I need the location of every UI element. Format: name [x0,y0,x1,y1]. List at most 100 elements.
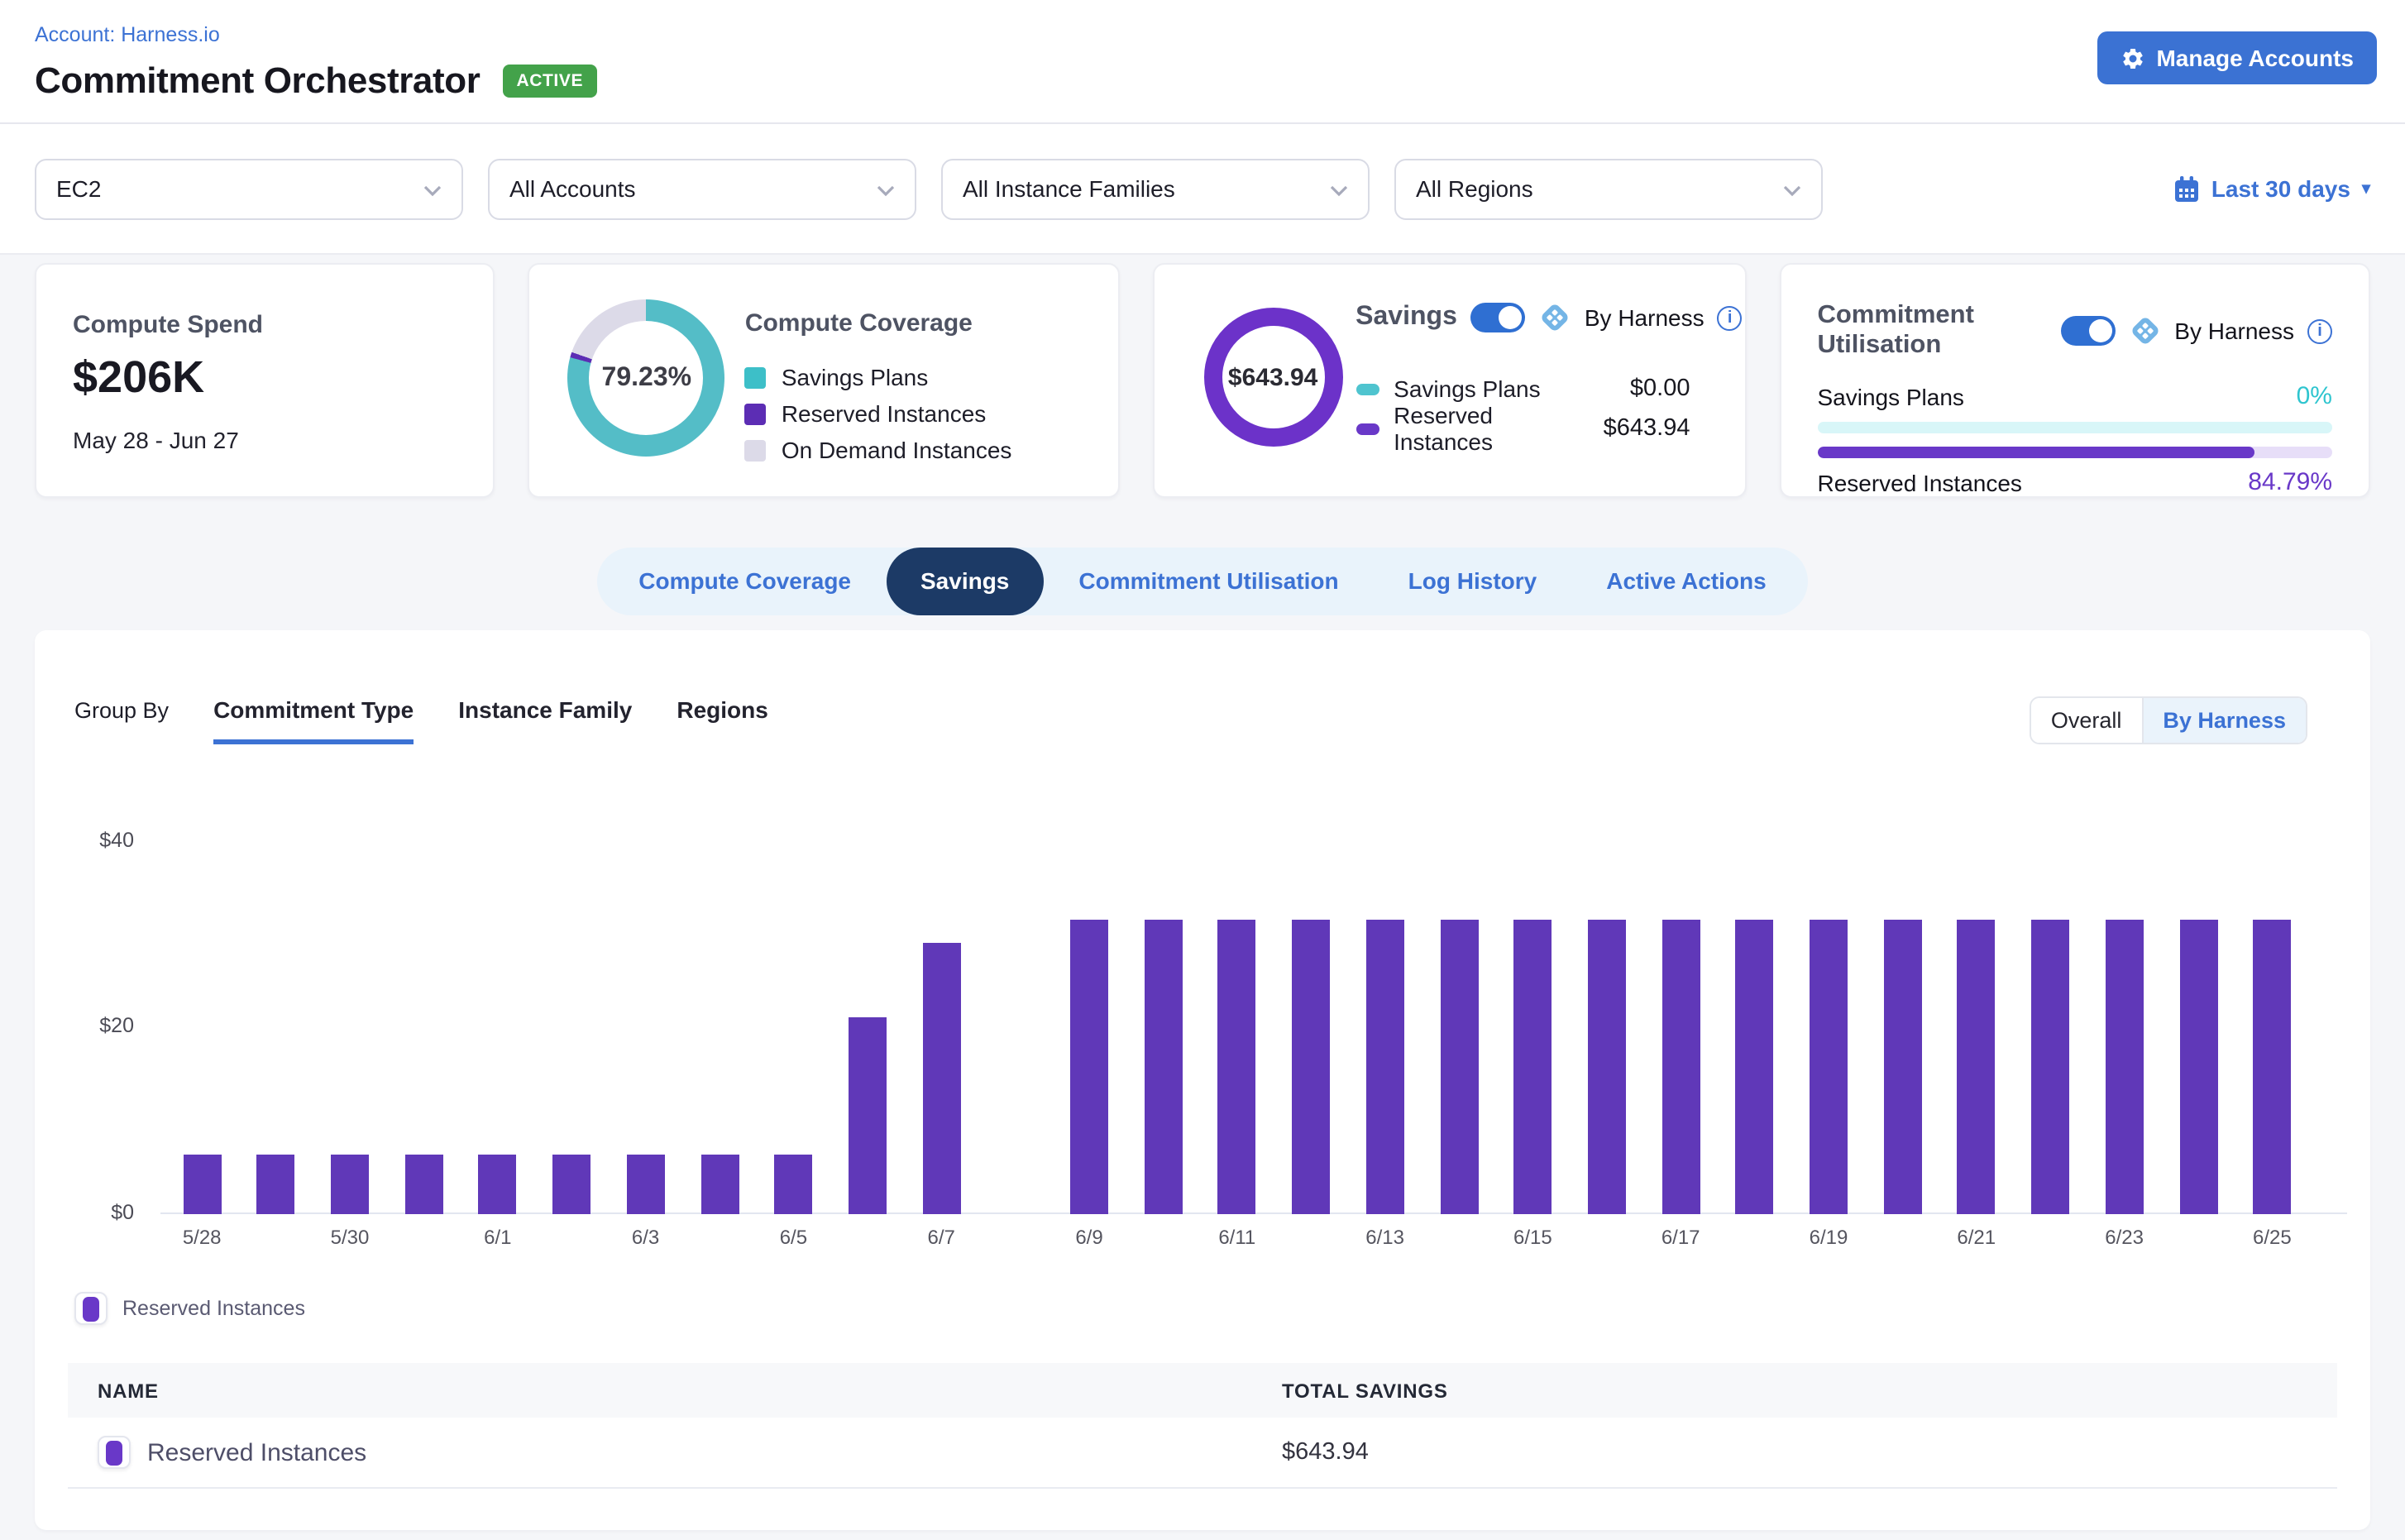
bar-6/25[interactable] [2253,920,2291,1213]
row-swatch-box [98,1436,131,1469]
tab-active-actions[interactable]: Active Actions [1571,548,1800,615]
group-by-regions[interactable]: Regions [677,696,767,739]
manage-accounts-label: Manage Accounts [2156,45,2354,71]
bar-6/11[interactable] [1218,920,1256,1213]
x-axis-label: 6/7 [901,1226,981,1249]
column-header-total-savings: TOTAL SAVINGS [1282,1379,1448,1402]
service-filter-dropdown[interactable]: EC2 [35,158,463,219]
savings-title: Savings [1356,303,1457,332]
savings-row-value: $0.00 [1630,375,1690,402]
x-axis-label: 6/13 [1346,1226,1425,1249]
bar-6/24[interactable] [2179,920,2217,1213]
section-tabs: Compute Coverage Savings Commitment Util… [597,548,1807,615]
bar-6/23[interactable] [2106,920,2144,1213]
bar-6/12[interactable] [1292,920,1330,1213]
column-header-name: NAME [68,1379,1282,1402]
info-icon[interactable]: i [1718,305,1743,330]
bar-5/29[interactable] [257,1155,295,1213]
bar-chart: 5/285/306/16/36/56/76/96/116/136/156/176… [35,827,2370,1260]
savings-donut-value: $643.94 [1177,308,1369,447]
legend-item: On Demand Instances [745,432,1012,468]
reserved-instances-swatch [745,403,767,424]
reserved-instances-swatch [106,1440,122,1465]
by-harness-label: By Harness [2174,318,2294,344]
tab-savings[interactable]: Savings [886,548,1044,615]
x-axis-label: 6/25 [2232,1226,2312,1249]
bar-5/30[interactable] [331,1155,369,1213]
app-root: Account: Harness.io Commitment Orchestra… [0,0,2405,1540]
compute-spend-title: Compute Spend [73,311,494,339]
compute-spend-value: $206K [73,352,494,404]
caret-down-icon: ▾ [2362,179,2370,198]
chevron-down-icon [423,175,442,202]
table-header: NAME TOTAL SAVINGS [68,1363,2337,1418]
status-badge: ACTIVE [503,65,596,98]
group-by-instance-family[interactable]: Instance Family [458,696,632,739]
bar-6/2[interactable] [552,1155,590,1213]
x-axis-label: 5/28 [162,1226,241,1249]
legend-label: Reserved Instances [782,400,986,427]
bar-6/6[interactable] [849,1016,887,1213]
date-range-picker[interactable]: Last 30 days ▾ [2173,175,2370,203]
bar-6/1[interactable] [479,1155,517,1213]
bar-6/16[interactable] [1588,920,1626,1213]
y-axis-label: $20 [48,1015,134,1038]
commitment-utilisation-title: Commitment Utilisation [1817,301,2047,361]
regions-filter-dropdown[interactable]: All Regions [1394,158,1823,219]
bar-6/20[interactable] [1883,920,1921,1213]
bar-6/9[interactable] [1070,920,1108,1213]
legend-item: Reserved Instances [745,395,1012,432]
group-by-commitment-type[interactable]: Commitment Type [213,696,414,744]
x-axis-label: 6/21 [1937,1226,2016,1249]
bar-6/4[interactable] [700,1155,739,1213]
tab-compute-coverage[interactable]: Compute Coverage [604,548,886,615]
x-axis-label: 6/5 [753,1226,833,1249]
bar-6/10[interactable] [1144,920,1182,1213]
by-harness-toggle[interactable] [1470,303,1525,332]
group-by-controls: Group By Commitment Type Instance Family… [74,696,768,744]
account-link[interactable]: Account: Harness.io [35,23,220,46]
bar-6/18[interactable] [1736,920,1774,1213]
chart-legend-label: Reserved Instances [122,1297,305,1320]
y-axis-label: $0 [48,1200,134,1223]
instance-families-filter-dropdown[interactable]: All Instance Families [941,158,1370,219]
chart-legend[interactable]: Reserved Instances [74,1292,305,1325]
kpi-cards-row: Compute Spend $206K May 28 - Jun 27 79.2… [35,263,2370,498]
y-axis-label: $40 [48,829,134,852]
bar-5/28[interactable] [183,1155,221,1213]
tab-log-history[interactable]: Log History [1374,548,1572,615]
bar-6/5[interactable] [774,1155,812,1213]
table-row[interactable]: Reserved Instances $643.94 [68,1418,2337,1489]
bar-6/21[interactable] [1958,920,1996,1213]
bar-6/7[interactable] [922,943,960,1213]
info-icon[interactable]: i [2307,318,2332,343]
bar-6/15[interactable] [1513,920,1552,1213]
reserved-instances-pill [1356,423,1379,434]
bar-6/22[interactable] [2031,920,2069,1213]
legend-checkbox[interactable] [74,1292,108,1325]
savings-plans-progress-bar [1817,422,2332,433]
manage-accounts-button[interactable]: Manage Accounts [2097,31,2377,84]
savings-plans-swatch [745,366,767,388]
bar-6/3[interactable] [627,1155,665,1213]
bar-6/13[interactable] [1366,920,1404,1213]
tab-commitment-utilisation[interactable]: Commitment Utilisation [1044,548,1373,615]
x-axis-label: 6/23 [2085,1226,2164,1249]
compute-spend-period: May 28 - Jun 27 [73,427,494,453]
x-axis-label: 5/30 [310,1226,390,1249]
view-toggle-overall[interactable]: Overall [2031,698,2142,743]
bar-6/17[interactable] [1662,920,1700,1213]
chevron-down-icon [877,175,895,202]
bar-5/31[interactable] [404,1155,442,1213]
bar-6/14[interactable] [1440,920,1478,1213]
accounts-filter-dropdown[interactable]: All Accounts [488,158,916,219]
legend-label: On Demand Instances [782,437,1012,463]
compute-coverage-card: 79.23% Compute Coverage Savings Plans Re… [528,263,1119,498]
row-name: Reserved Instances [147,1438,366,1466]
x-axis-label: 6/9 [1049,1226,1129,1249]
coverage-donut-value: 79.23% [568,299,725,457]
view-toggle-by-harness[interactable]: By Harness [2141,698,2306,743]
by-harness-toggle[interactable] [2060,316,2115,346]
by-harness-label: By Harness [1585,304,1705,331]
bar-6/19[interactable] [1810,920,1848,1213]
